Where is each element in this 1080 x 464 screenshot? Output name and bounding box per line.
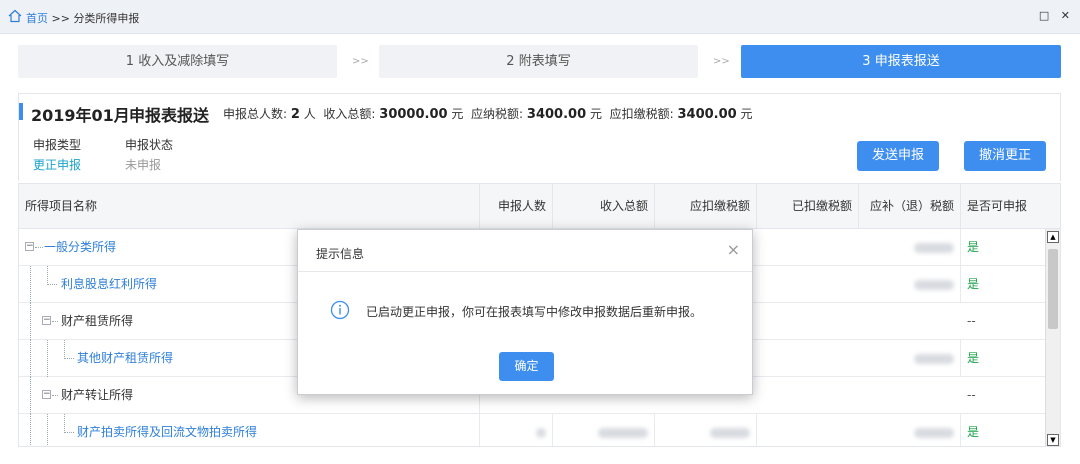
declaration-type-value: 更正申报 (33, 158, 82, 172)
table-row[interactable]: 财产拍卖所得及回流文物拍卖所得 是 (19, 414, 1047, 446)
col-header-refund: 应补（退）税额 (859, 184, 961, 229)
table-scrollbar[interactable]: ▲ ▼ (1045, 229, 1060, 446)
summary-stats: 申报总人数: 2 人 收入总额: 30000.00 元 应纳税额: 3400.0… (223, 105, 753, 122)
can-declare-value: 是 (967, 351, 980, 365)
declaration-status-value: 未申报 (125, 158, 162, 172)
dialog-title: 提示信息 (316, 247, 365, 261)
income-label: 收入总额: (323, 107, 376, 121)
close-button[interactable]: ✕ (1061, 9, 1070, 22)
item-name-link[interactable]: 财产拍卖所得及回流文物拍卖所得 (77, 414, 257, 446)
dialog-header: 提示信息 × (298, 230, 752, 272)
accent-bar (19, 103, 23, 120)
declaration-status-label: 申报状态 (125, 138, 174, 152)
send-declaration-button[interactable]: 发送申报 (857, 141, 939, 171)
step-2-attachments[interactable]: 2 附表填写 (379, 45, 698, 78)
step-bar: 1 收入及减除填写 >> 2 附表填写 >> 3 申报表报送 (18, 45, 1061, 78)
scroll-down-arrow-icon[interactable]: ▼ (1047, 434, 1059, 446)
step-3-submit[interactable]: 3 申报表报送 (741, 45, 1061, 78)
tax-value: 3400.00 (526, 107, 587, 122)
collapse-icon[interactable]: − (25, 242, 34, 251)
col-header-item-name: 所得项目名称 (19, 184, 480, 229)
collapse-icon[interactable]: − (42, 390, 51, 399)
people-value: 2 (290, 107, 300, 122)
redacted-value (914, 279, 954, 290)
can-declare-value: 是 (967, 277, 980, 291)
tax-unit: 元 (589, 107, 602, 121)
item-name-link[interactable]: 其他财产租赁所得 (77, 340, 173, 377)
cancel-correction-button[interactable]: 撤消更正 (964, 141, 1046, 171)
restore-button[interactable]: □ (1039, 9, 1049, 22)
declaration-type-label: 申报类型 (33, 138, 82, 152)
step-1-income-deduction[interactable]: 1 收入及减除填写 (18, 45, 337, 78)
breadcrumb-home-link[interactable]: 首页 (26, 12, 48, 25)
col-header-people: 申报人数 (480, 184, 553, 229)
dialog-close-icon[interactable]: × (727, 240, 740, 259)
item-name-link[interactable]: 利息股息红利所得 (61, 266, 157, 303)
redacted-value (598, 427, 648, 438)
col-header-can-declare: 是否可申报 (967, 199, 1028, 213)
scroll-up-arrow-icon[interactable]: ▲ (1047, 231, 1059, 243)
table-header: 所得项目名称 申报人数 收入总额 应扣缴税额 已扣缴税额 应补（退）税额 是否可… (19, 184, 1060, 229)
item-name: 财产转让所得 (61, 388, 134, 402)
breadcrumb-current: 分类所得申报 (73, 12, 140, 25)
period-label: 2019年01月 (31, 106, 130, 125)
redacted-value (914, 353, 954, 364)
people-label: 申报总人数: (223, 107, 288, 121)
can-declare-value: -- (967, 314, 976, 328)
redacted-value (710, 427, 750, 438)
col-header-tax-withheld: 已扣缴税额 (757, 184, 859, 229)
info-icon (330, 300, 350, 320)
withhold-label: 应扣缴税额: (609, 107, 674, 121)
can-declare-value: -- (967, 388, 976, 402)
collapse-icon[interactable]: − (42, 316, 51, 325)
item-name: 财产租赁所得 (61, 314, 134, 328)
declaration-summary: 2019年01月 申报表报送 申报总人数: 2 人 收入总额: 30000.00… (18, 93, 1061, 181)
can-declare-value: 是 (967, 425, 980, 439)
can-declare-value: 是 (967, 240, 980, 254)
withhold-unit: 元 (740, 107, 753, 121)
redacted-value (914, 427, 954, 438)
ok-button[interactable]: 确定 (499, 352, 554, 381)
home-icon[interactable] (8, 9, 22, 23)
scrollbar-thumb[interactable] (1048, 249, 1058, 329)
dialog-message: 已启动更正申报，你可在报表填写中修改申报数据后重新申报。 (366, 305, 703, 319)
title-bar: 首页 >> 分类所得申报 □ ✕ (0, 0, 1080, 34)
people-unit: 人 (303, 107, 316, 121)
income-value: 30000.00 (379, 107, 448, 122)
step-separator: >> (713, 56, 730, 67)
withhold-value: 3400.00 (677, 107, 737, 122)
breadcrumb-separator: >> (51, 12, 70, 25)
section-title: 申报表报送 (129, 106, 210, 125)
info-dialog: 提示信息 × 已启动更正申报，你可在报表填写中修改申报数据后重新申报。 确定 (297, 229, 753, 395)
window-controls: □ ✕ (1031, 9, 1070, 22)
col-header-tax-due: 应扣缴税额 (655, 184, 757, 229)
tax-label: 应纳税额: (471, 107, 524, 121)
redacted-value (536, 427, 546, 438)
step-separator: >> (352, 56, 369, 67)
redacted-value (914, 242, 954, 253)
breadcrumb: 首页 >> 分类所得申报 (26, 10, 139, 26)
income-unit: 元 (451, 107, 464, 121)
col-header-income: 收入总额 (553, 184, 655, 229)
item-name-link[interactable]: 一般分类所得 (44, 229, 116, 266)
